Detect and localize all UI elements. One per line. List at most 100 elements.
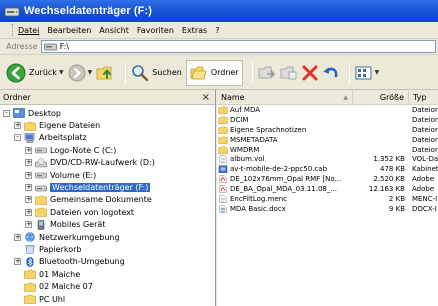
- menu-item-bearbeiten[interactable]: Bearbeiten: [47, 26, 91, 35]
- folder-icon: [218, 146, 228, 154]
- file-type: Kabinet: [412, 165, 438, 174]
- tree-item[interactable]: + Gemeinsame Dokumente: [0, 194, 215, 206]
- move-to-icon: [258, 66, 275, 78]
- file-row[interactable]: DCIM Dateior: [217, 115, 438, 125]
- tree-item[interactable]: + Eigene Dateien: [0, 119, 215, 131]
- column-header-name[interactable]: Name ▲: [217, 90, 353, 104]
- file-row[interactable]: MSMETADATA Dateior: [217, 135, 438, 145]
- tree-item-label: Logo-Note C (C:): [50, 145, 117, 155]
- chevron-down-icon[interactable]: ▼: [88, 69, 93, 76]
- back-arrow-icon: [6, 63, 26, 82]
- toolbar: Zurück ▼ ▼ Suchen Ordner ▼: [0, 56, 438, 90]
- file-name: WMDRM: [230, 145, 260, 154]
- tree-item[interactable]: + Dateien von logotext: [0, 206, 215, 218]
- file-name-cell: DCIM: [217, 116, 353, 124]
- expand-icon[interactable]: +: [25, 159, 32, 167]
- address-input[interactable]: F:\: [40, 40, 436, 53]
- file-type: DOCX-I: [412, 204, 437, 213]
- undo-button[interactable]: [322, 60, 340, 86]
- sort-ascending-icon: ▲: [343, 93, 348, 101]
- column-size-label: Größe: [379, 92, 404, 102]
- collapse-icon[interactable]: -: [3, 109, 10, 117]
- tree-item[interactable]: + Netzwerkumgebung: [0, 231, 215, 243]
- tree-item[interactable]: - Arbeitsplatz: [0, 132, 215, 144]
- tree-item[interactable]: 02 Maiche 07: [0, 280, 215, 292]
- tree-item[interactable]: + Bluetooth-Umgebung: [0, 256, 215, 268]
- expand-icon[interactable]: +: [14, 233, 21, 241]
- computer-icon: [24, 133, 35, 143]
- title-bar[interactable]: Wechseldatenträger (F:): [0, 0, 438, 22]
- address-value: F:\: [59, 42, 70, 51]
- expand-icon[interactable]: +: [14, 258, 21, 266]
- folders-button[interactable]: Ordner: [185, 59, 243, 86]
- file-name: album.vol: [230, 155, 265, 164]
- tree-item[interactable]: + Logo-Note C (C:): [0, 144, 215, 156]
- expand-icon[interactable]: +: [25, 171, 32, 179]
- folder-icon: [218, 136, 228, 144]
- menu-item-ansicht[interactable]: Ansicht: [99, 26, 129, 35]
- file-row[interactable]: DE_BA_Opal_MDA_03.11.08_... 12.163 KB Adob…: [217, 184, 438, 194]
- file-row[interactable]: Auf MDA Dateior: [217, 105, 438, 115]
- file-type: Adobe: [412, 175, 435, 184]
- tree-item[interactable]: Papierkorb: [0, 243, 215, 255]
- file-row[interactable]: Eigene Sprachnotizen Dateior: [217, 125, 438, 135]
- tree-item[interactable]: PC Uhl: [0, 293, 215, 305]
- menu-item-datei[interactable]: Datei: [18, 26, 39, 35]
- column-header-type[interactable]: Typ: [409, 90, 438, 104]
- folder-icon: [35, 208, 47, 218]
- menu-item-favoriten[interactable]: Favoriten: [137, 26, 174, 35]
- toolbar-separator: [125, 61, 127, 84]
- move-to-button[interactable]: [258, 60, 276, 86]
- cd-drive-icon: [35, 158, 47, 168]
- file-list: Auf MDA Dateior DCIM Dateior Eigene Sprachno…: [217, 105, 438, 214]
- file-row[interactable]: MDA Basic.docx 9 KB DOCX-I: [217, 204, 438, 214]
- expand-icon[interactable]: +: [25, 208, 32, 216]
- file-name: av-t-mobile-de-2-ppc50.cab: [230, 165, 328, 174]
- search-button[interactable]: Suchen: [131, 60, 182, 86]
- tree-item[interactable]: + Mobiles Gerät: [0, 219, 215, 231]
- address-bar: Adresse F:\: [0, 39, 438, 55]
- expand-icon[interactable]: +: [25, 196, 32, 204]
- tree-item[interactable]: + Volume (E:): [0, 169, 215, 181]
- expand-icon[interactable]: +: [25, 184, 32, 192]
- tree-item-label: DVD/CD-RW-Laufwerk (D:): [50, 158, 155, 168]
- chevron-down-icon[interactable]: ▼: [375, 69, 380, 76]
- menu-item-help[interactable]: ?: [215, 26, 219, 35]
- chevron-down-icon[interactable]: ▼: [59, 69, 64, 76]
- tree-item[interactable]: + Wechseldatenträger (F:): [0, 181, 215, 193]
- folder-icon: [218, 106, 228, 114]
- expand-icon[interactable]: +: [14, 122, 21, 130]
- close-icon[interactable]: ×: [202, 92, 210, 103]
- tree-item[interactable]: - Desktop: [0, 107, 215, 119]
- file-row[interactable]: av-t-mobile-de-2-ppc50.cab 478 KB Kabinet: [217, 164, 438, 174]
- column-header-size[interactable]: Größe: [353, 90, 409, 104]
- expand-icon[interactable]: +: [25, 146, 32, 154]
- tree-item[interactable]: + DVD/CD-RW-Laufwerk (D:): [0, 157, 215, 169]
- file-row[interactable]: WMDRM Dateior: [217, 145, 438, 155]
- menu-item-extras[interactable]: Extras: [182, 26, 207, 35]
- file-name-cell: WMDRM: [217, 146, 353, 154]
- recycle-bin-icon: [25, 245, 35, 255]
- tree-item[interactable]: 01 Maiche: [0, 268, 215, 280]
- window-title: Wechseldatenträger (F:): [24, 5, 153, 17]
- network-icon: [25, 232, 35, 242]
- file-name: DE_102x76mm_Opal RMF [No...: [230, 175, 342, 184]
- back-label: Zurück: [29, 68, 57, 77]
- file-size: 9 KB: [388, 204, 405, 213]
- file-name-cell: Eigene Sprachnotizen: [217, 126, 353, 134]
- file-row[interactable]: EncFiltLog.menc 2 KB MENC-I: [217, 194, 438, 204]
- back-button[interactable]: Zurück ▼: [6, 60, 64, 86]
- toolbar-separator: [251, 61, 253, 84]
- views-button[interactable]: ▼: [355, 60, 380, 86]
- collapse-icon[interactable]: -: [14, 134, 21, 142]
- forward-button[interactable]: ▼: [68, 60, 93, 86]
- expand-icon[interactable]: +: [25, 221, 32, 229]
- up-folder-button[interactable]: [96, 60, 116, 86]
- file-row[interactable]: album.vol 1.352 KB VOL-Da: [217, 154, 438, 164]
- menu-grip[interactable]: [12, 24, 14, 36]
- delete-x-icon: [302, 65, 318, 80]
- copy-to-button[interactable]: [280, 60, 298, 86]
- delete-button[interactable]: [302, 60, 318, 86]
- file-row[interactable]: DE_102x76mm_Opal RMF [No... 2.520 KB Adobe: [217, 174, 438, 184]
